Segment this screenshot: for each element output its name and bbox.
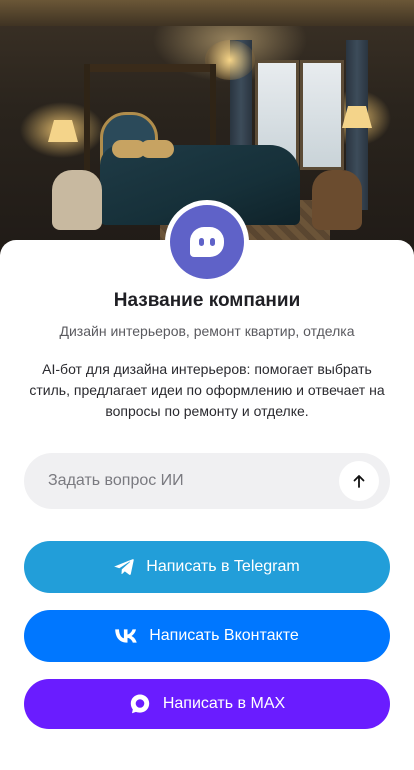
lamp: [48, 120, 78, 142]
telegram-button-label: Написать в Telegram: [146, 558, 300, 575]
ask-ai-input[interactable]: [48, 453, 348, 509]
arrow-up-icon: [353, 475, 365, 488]
window: [300, 60, 344, 170]
company-tagline: Дизайн интерьеров, ремонт квартир, отдел…: [59, 323, 355, 339]
telegram-plane-icon: [114, 558, 135, 576]
bot-eye: [210, 238, 215, 246]
avatar-circle: [170, 205, 244, 279]
send-button[interactable]: [339, 461, 379, 501]
bot-eye: [199, 238, 204, 246]
vk-button-label: Написать Вконтакте: [149, 627, 299, 644]
ceiling-decor: [0, 0, 414, 26]
max-button-label: Написать в MAX: [162, 695, 286, 712]
company-avatar: [165, 200, 249, 284]
pillow: [140, 140, 174, 158]
telegram-button[interactable]: Написать в Telegram: [24, 541, 390, 593]
max-chat-icon: [129, 693, 151, 715]
bot-description: AI-бот для дизайна интерьеров: помогает …: [29, 361, 385, 419]
ask-ai-box: [24, 453, 390, 509]
armchair: [312, 170, 362, 230]
bed-canopy: [84, 64, 214, 72]
armchair: [52, 170, 102, 230]
max-button[interactable]: Написать в MAX: [24, 679, 390, 729]
bot-chat-icon: [190, 227, 224, 257]
vk-logo-icon: [115, 629, 137, 643]
company-name: Название компании: [113, 290, 301, 311]
vk-button[interactable]: Написать Вконтакте: [24, 610, 390, 662]
